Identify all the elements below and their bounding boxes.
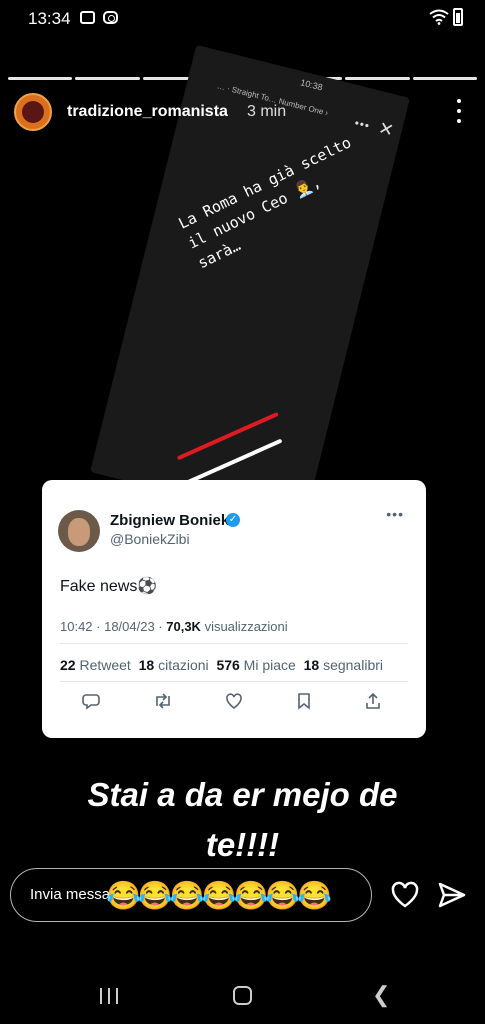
quick-reactions[interactable]: 😂😂😂😂😂😂😂 [106, 879, 332, 912]
bookmarks-label: segnalibri [319, 657, 384, 673]
story-time: 3 min [247, 103, 287, 120]
story-caption: Stai a da er mejo de te!!!! [0, 770, 485, 870]
progress-segment [345, 77, 410, 80]
story-username[interactable]: tradizione_romanista [67, 103, 228, 121]
tweet-text: Fake news⚽ [60, 578, 158, 595]
progress-segment [8, 77, 73, 80]
share-icon [366, 692, 380, 709]
status-bar: 13:34 [0, 0, 485, 36]
divider [60, 643, 408, 644]
tweet-avatar [58, 510, 100, 552]
progress-segment [75, 77, 140, 80]
gallery-icon [80, 11, 95, 24]
tweet-views-label: visualizzazioni [200, 619, 288, 634]
instagram-icon [103, 11, 118, 24]
like-icon [226, 693, 242, 709]
system-nav-bar: ❮ [0, 970, 485, 1024]
caption-line-2: te!!!! [205, 826, 280, 863]
bookmarks-count: 18 [303, 657, 320, 673]
divider [60, 681, 408, 682]
red-stripe [176, 411, 279, 461]
more-options-icon[interactable] [456, 99, 462, 123]
recent-apps-icon[interactable] [100, 988, 118, 1004]
tweet-author-name: Zbigniew Boniek [110, 512, 230, 529]
likes-count: 576 [216, 657, 240, 673]
tweet-handle: @BoniekZibi [110, 531, 190, 547]
reply-icon [82, 694, 100, 710]
reposted-clock: 10:38 [299, 77, 324, 93]
progress-segment [412, 77, 477, 80]
reposted-story-text: La Roma ha già scelto il nuovo Ceo 👨‍💼, … [175, 133, 354, 273]
home-icon[interactable] [233, 986, 252, 1005]
bookmark-icon [297, 693, 310, 710]
quotes-label: citazioni [154, 657, 209, 673]
tweet-meta: 10:42 · 18/04/23 · 70,3K visualizzazioni [60, 619, 288, 634]
message-input[interactable]: Invia messaggio 😂😂😂😂😂😂😂 [10, 868, 372, 922]
heart-icon[interactable] [390, 880, 420, 910]
tweet-time: 10:42 · 18/04/23 · [60, 619, 167, 634]
battery-icon [453, 8, 463, 26]
tweet-actions [82, 692, 382, 710]
verified-badge-icon: ✓ [226, 513, 240, 527]
tweet-card: Zbigniew Boniek ✓ @BoniekZibi ••• Fake n… [42, 480, 426, 738]
send-icon[interactable] [437, 880, 467, 910]
caption-line-1: Stai a da er mejo de [87, 776, 398, 813]
quotes-count: 18 [138, 657, 155, 673]
story-header: tradizione_romanista 3 min [14, 93, 474, 133]
retweet-icon [155, 693, 170, 709]
tweet-views-count: 70,3K [166, 619, 201, 634]
status-time: 13:34 [28, 9, 71, 28]
likes-label: Mi piace [239, 657, 296, 673]
retweets-label: Retweet [75, 657, 131, 673]
retweets-count: 22 [60, 657, 76, 673]
back-icon[interactable]: ❮ [372, 982, 390, 1008]
wifi-icon [429, 9, 449, 25]
tweet-stats: 22 Retweet 18 citazioni 576 Mi piace 18 … [60, 657, 383, 673]
avatar[interactable] [14, 93, 52, 131]
tweet-more-icon: ••• [386, 506, 404, 522]
